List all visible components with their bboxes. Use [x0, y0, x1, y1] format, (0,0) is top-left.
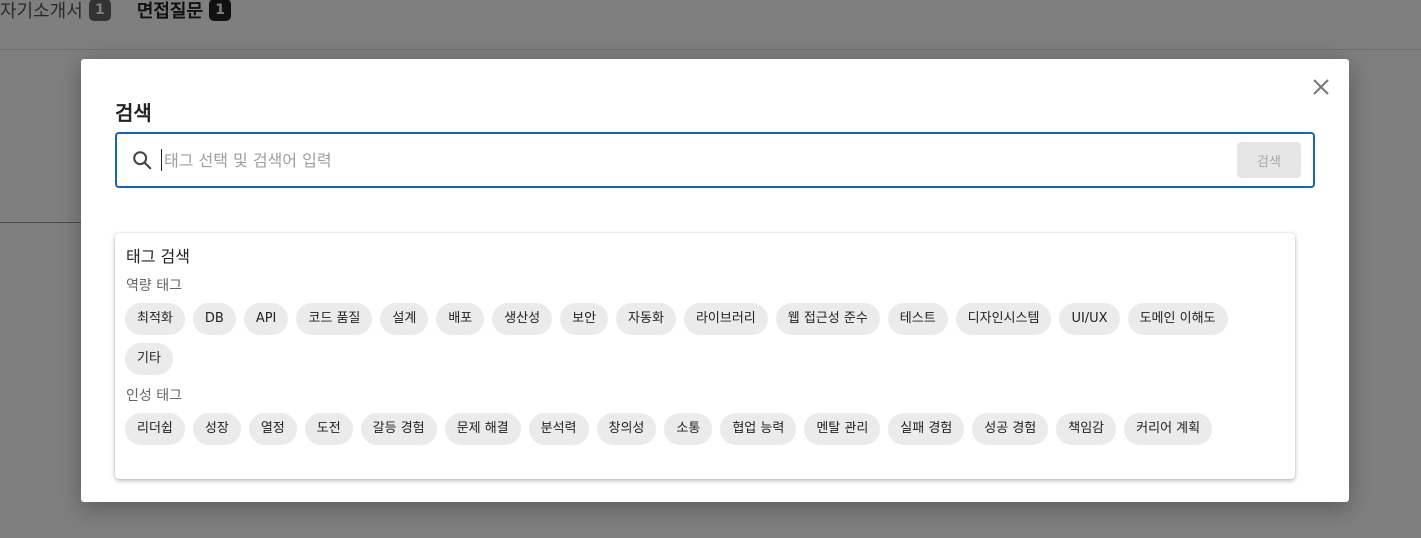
tag-chip[interactable]: 분석력	[528, 413, 589, 445]
tag-chip[interactable]: 웹 접근성 준수	[775, 303, 880, 335]
tag-chip[interactable]: UI/UX	[1059, 303, 1120, 335]
tag-chip[interactable]: 자동화	[616, 303, 676, 335]
personality-tag-list: 리더쉽 성장 열정 도전 갈등 경험 문제 해결 분석력 창의성 소통 협업 능…	[125, 413, 1285, 445]
tag-chip[interactable]: 멘탈 관리	[804, 413, 881, 445]
search-field[interactable]: 검색	[115, 132, 1315, 188]
tag-chip[interactable]: 배포	[436, 303, 485, 335]
search-button[interactable]: 검색	[1237, 142, 1301, 178]
tag-chip[interactable]: 커리어 계획	[1124, 413, 1213, 445]
tag-search-panel: 태그 검색 역량 태그 최적화 DB API 코드 품질 설계 배포 생산성 보…	[115, 233, 1295, 479]
competency-tag-list: 최적화 DB API 코드 품질 설계 배포 생산성 보안 자동화 라이브러리 …	[125, 303, 1285, 375]
close-icon	[1313, 79, 1329, 95]
tag-chip[interactable]: 라이브러리	[683, 303, 768, 335]
close-button[interactable]	[1309, 75, 1333, 99]
tag-chip[interactable]: 창의성	[596, 413, 657, 445]
tag-chip[interactable]: 테스트	[887, 303, 948, 335]
search-icon	[131, 149, 153, 171]
modal-title: 검색	[115, 101, 152, 125]
tag-chip[interactable]: API	[243, 303, 289, 335]
search-input[interactable]	[161, 149, 1237, 171]
tag-chip[interactable]: 최적화	[125, 303, 185, 335]
tag-chip[interactable]: 갈등 경험	[360, 413, 437, 445]
tag-chip[interactable]: 협업 능력	[720, 413, 797, 445]
tag-chip[interactable]: 실패 경험	[888, 413, 965, 445]
search-modal: 검색 검색 태그 검색 역량 태그 최적화 DB API 코드 품질 설계 배포…	[81, 59, 1349, 502]
tag-chip[interactable]: 도메인 이해도	[1127, 303, 1228, 335]
tag-chip[interactable]: 설계	[380, 303, 429, 335]
tag-chip[interactable]: 성장	[192, 413, 241, 445]
personality-tags-label: 인성 태그	[126, 388, 182, 404]
tag-chip[interactable]: 생산성	[492, 303, 553, 335]
tag-chip[interactable]: 도전	[304, 413, 353, 445]
tag-panel-title: 태그 검색	[126, 247, 190, 266]
tag-chip[interactable]: 문제 해결	[444, 413, 521, 445]
tag-chip[interactable]: 책임감	[1056, 413, 1117, 445]
tag-chip[interactable]: 기타	[125, 343, 173, 375]
tag-chip[interactable]: 리더쉽	[125, 413, 185, 445]
tag-chip[interactable]: 보안	[560, 303, 609, 335]
tag-chip[interactable]: 소통	[664, 413, 713, 445]
tag-chip[interactable]: DB	[192, 303, 236, 335]
tag-chip[interactable]: 성공 경험	[972, 413, 1049, 445]
competency-tags-label: 역량 태그	[126, 278, 182, 294]
tag-chip[interactable]: 열정	[248, 413, 297, 445]
tag-chip[interactable]: 코드 품질	[296, 303, 373, 335]
tag-chip[interactable]: 디자인시스템	[955, 303, 1052, 335]
